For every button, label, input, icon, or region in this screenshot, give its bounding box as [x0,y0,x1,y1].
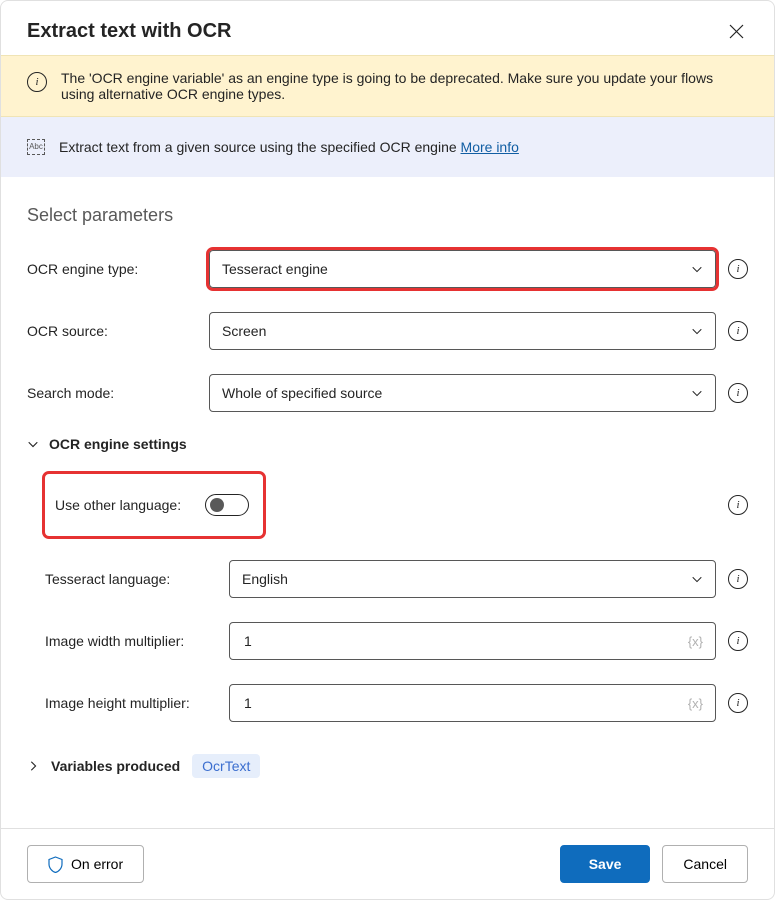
select-value: Whole of specified source [222,385,382,401]
on-error-label: On error [71,856,123,872]
chevron-down-icon [691,573,703,585]
help-icon[interactable]: i [728,693,748,713]
close-icon [729,24,744,39]
help-icon[interactable]: i [728,495,748,515]
info-icon: i [27,70,47,92]
dialog-body: Select parameters OCR engine type: Tesse… [1,177,774,828]
dialog-extract-text-ocr: Extract text with OCR i The 'OCR engine … [0,0,775,900]
help-icon[interactable]: i [728,383,748,403]
select-ocr-source[interactable]: Screen [209,312,716,350]
label-ocr-source: OCR source: [27,323,197,339]
input-height-multiplier[interactable] [242,694,688,712]
chevron-right-icon [27,760,39,772]
cancel-label: Cancel [683,856,727,872]
variables-produced-header[interactable]: Variables produced OcrText [27,754,748,778]
save-label: Save [589,856,622,872]
section-title: Select parameters [27,205,748,226]
save-button[interactable]: Save [560,845,651,883]
chevron-down-icon [691,263,703,275]
chevron-down-icon [27,438,39,450]
action-description-banner: Abc Extract text from a given source usi… [1,117,774,177]
more-info-link[interactable]: More info [461,139,519,155]
help-icon[interactable]: i [728,259,748,279]
label-use-other-language: Use other language: [55,497,181,513]
field-tesseract-language: Tesseract language: English i [45,560,748,598]
select-ocr-engine-type[interactable]: Tesseract engine [209,250,716,288]
label-tesseract-language: Tesseract language: [45,571,217,587]
engine-settings-label: OCR engine settings [49,436,187,452]
field-search-mode: Search mode: Whole of specified source i [27,374,748,412]
dialog-header: Extract text with OCR [1,1,774,55]
field-ocr-source: OCR source: Screen i [27,312,748,350]
dialog-title: Extract text with OCR [27,20,231,43]
select-value: English [242,571,288,587]
shield-icon [48,856,63,873]
help-icon[interactable]: i [728,569,748,589]
cancel-button[interactable]: Cancel [662,845,748,883]
toggle-use-other-language[interactable] [205,494,249,516]
select-value: Tesseract engine [222,261,328,277]
label-height-multiplier: Image height multiplier: [45,695,217,711]
input-width-multiplier[interactable] [242,632,688,650]
input-height-multiplier-wrap: {x} [229,684,716,722]
toggle-knob [210,498,224,512]
chevron-down-icon [691,387,703,399]
variables-produced-label: Variables produced [51,758,180,774]
help-icon[interactable]: i [728,321,748,341]
variable-picker-icon[interactable]: {x} [688,696,703,711]
field-ocr-engine-type: OCR engine type: Tesseract engine i [27,250,748,288]
info-text: Extract text from a given source using t… [59,139,461,155]
select-tesseract-language[interactable]: English [229,560,716,598]
select-search-mode[interactable]: Whole of specified source [209,374,716,412]
warning-text: The 'OCR engine variable' as an engine t… [61,70,748,102]
chevron-down-icon [691,325,703,337]
field-width-multiplier: Image width multiplier: {x} i [45,622,748,660]
field-use-other-language: Use other language: [45,474,263,536]
help-icon[interactable]: i [728,631,748,651]
dialog-footer: On error Save Cancel [1,828,774,899]
label-width-multiplier: Image width multiplier: [45,633,217,649]
engine-settings-group: Use other language: i Tesseract language… [27,474,748,722]
label-ocr-engine-type: OCR engine type: [27,261,197,277]
deprecation-warning-banner: i The 'OCR engine variable' as an engine… [1,55,774,117]
field-height-multiplier: Image height multiplier: {x} i [45,684,748,722]
ocr-abc-icon: Abc [27,139,45,155]
on-error-button[interactable]: On error [27,845,144,883]
variable-chip[interactable]: OcrText [192,754,260,778]
variable-picker-icon[interactable]: {x} [688,634,703,649]
engine-settings-header[interactable]: OCR engine settings [27,436,748,452]
input-width-multiplier-wrap: {x} [229,622,716,660]
label-search-mode: Search mode: [27,385,197,401]
select-value: Screen [222,323,266,339]
close-button[interactable] [724,19,748,43]
